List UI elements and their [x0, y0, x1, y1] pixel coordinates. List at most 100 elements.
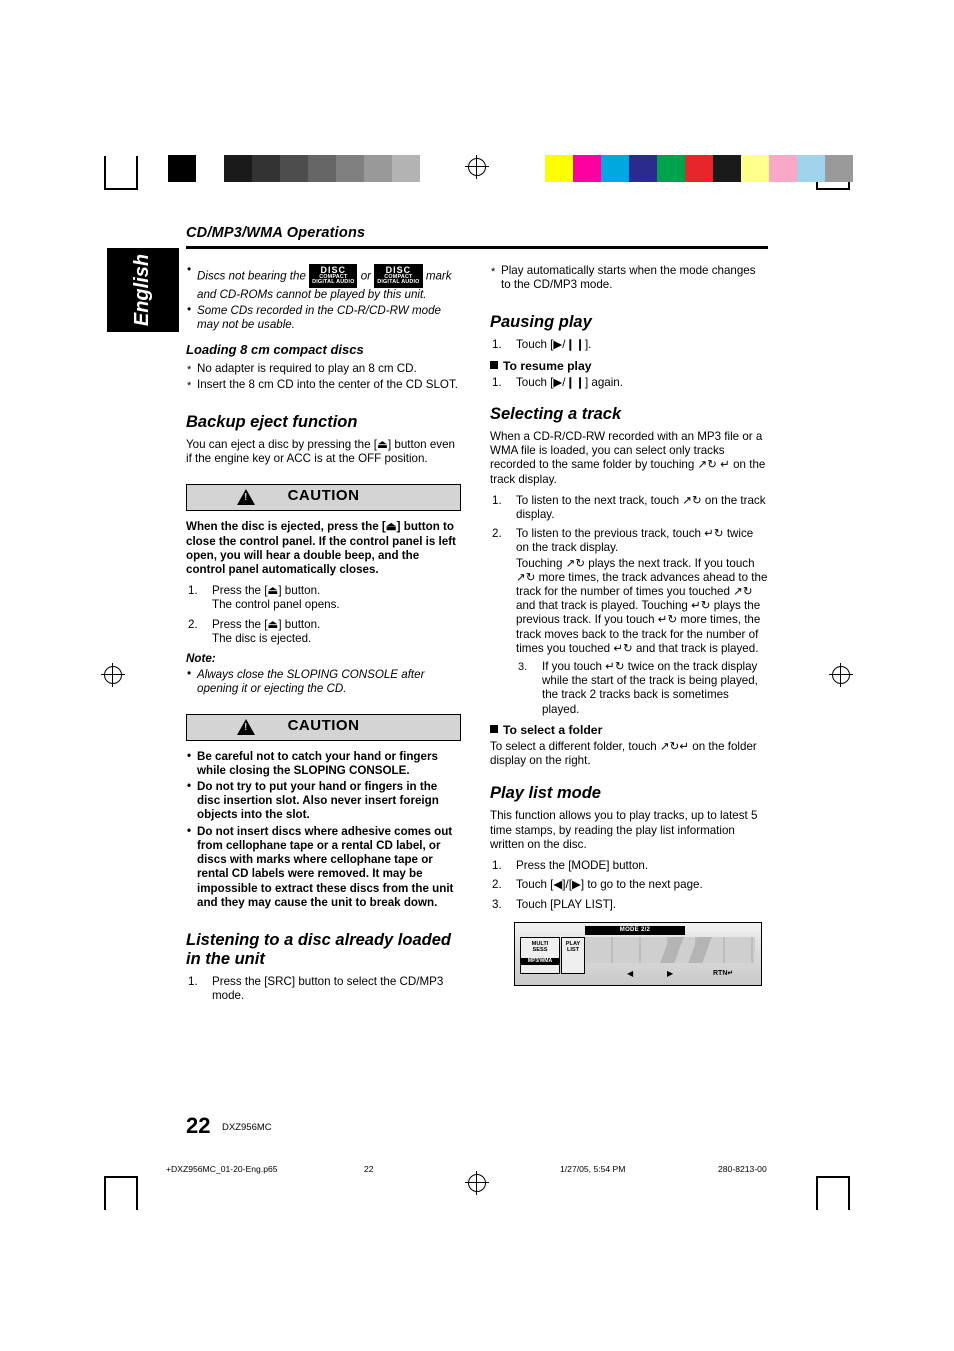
step-sub: The disc is ejected.: [212, 631, 312, 645]
display-panel-illustration: MODE 2/2 MULTI SESS MP3/WMA PLAY LIST ◀ …: [514, 921, 762, 986]
eject-steps: Press the [⏏] button. The control panel …: [186, 584, 461, 646]
selecting-track-text: When a CD-R/CD-RW recorded with an MP3 f…: [490, 430, 766, 486]
black-square-bullet-icon: [490, 724, 498, 733]
language-tab: English: [107, 248, 179, 332]
footer-page: 22: [364, 1164, 374, 1174]
list-item: To listen to the next track, touch ↗↻ on…: [492, 493, 766, 522]
play-list-mode-steps: Press the [MODE] button. Touch [◀]/[▶] t…: [490, 859, 768, 912]
list-item: If you touch ↵↻ twice on the track displ…: [518, 660, 758, 716]
caution-label: CAUTION: [287, 487, 360, 505]
list-item: Play automatically starts when the mode …: [490, 264, 768, 292]
disc-intro-bullets: Discs not bearing the DISCCOMPACTDIGITAL…: [186, 263, 461, 332]
selecting-track-steps: To listen to the next track, touch ↗↻ on…: [490, 494, 768, 717]
list-item: Do not insert discs where adhesive comes…: [186, 824, 461, 910]
play-list-mode-text: This function allows you to play tracks,…: [490, 809, 758, 851]
list-item: Touch [▶/❙❙] again.: [492, 375, 623, 390]
grayscale-calibration-strip: [168, 155, 448, 182]
step-main: Press the [⏏] button.: [212, 584, 321, 598]
crop-mark: [816, 188, 850, 190]
caution-2-bullets: Be careful not to catch your hand or fin…: [186, 749, 461, 910]
footer-doc-code: 280-8213-00: [718, 1164, 767, 1174]
return-label: RTN: [713, 969, 728, 977]
intro-text-pre: Discs not bearing the: [197, 269, 310, 283]
play-list-mode-heading: Play list mode: [490, 784, 601, 803]
list-item: Touch [◀]/[▶] to go to the next page.: [492, 878, 703, 892]
right-arrow-icon[interactable]: ▶: [667, 969, 673, 978]
crop-mark: [104, 1176, 138, 1178]
step-detail: Touching ↗↻ plays the next track. If you…: [516, 556, 768, 655]
registration-mark: [465, 1171, 489, 1195]
left-arrow-icon[interactable]: ◀: [627, 969, 633, 978]
list-item: No adapter is required to play an 8 cm C…: [186, 362, 461, 377]
return-button[interactable]: RTN↵: [713, 970, 733, 978]
compact-disc-digital-audio-icon: DISC COMPACT DIGITAL AUDIO: [309, 264, 358, 288]
caution-label: CAUTION: [287, 716, 360, 734]
select-folder-label: To select a folder: [503, 722, 603, 737]
page-number: 22: [186, 1113, 211, 1138]
multi-sess-button[interactable]: MULTI SESS MP3/WMA: [520, 936, 560, 974]
resume-play-steps: Touch [▶/❙❙] again.: [490, 376, 768, 390]
listening-steps: Press the [SRC] button to select the CD/…: [186, 975, 461, 1003]
header-rule: [186, 246, 768, 249]
play-list-line2: LIST: [566, 947, 580, 954]
list-item: To listen to the previous track, touch ↵…: [490, 527, 768, 717]
selecting-track-heading: Selecting a track: [490, 405, 622, 424]
crop-mark: [104, 1176, 106, 1210]
list-item: Touch [PLAY LIST].: [492, 897, 617, 912]
model-number: DXZ956MC: [222, 1122, 272, 1133]
step-main: To listen to the previous track, touch ↵…: [516, 527, 754, 555]
crop-mark: [136, 156, 138, 190]
left-column: Discs not bearing the DISCCOMPACTDIGITAL…: [186, 263, 461, 1009]
step-main: Press the [⏏] button.: [212, 617, 321, 631]
list-item: Always close the SLOPING CONSOLE after o…: [186, 667, 461, 696]
list-item: Insert the 8 cm CD into the center of th…: [186, 378, 461, 393]
registration-mark: [829, 663, 853, 687]
pausing-play-steps: Touch [▶/❙❙].: [490, 338, 768, 352]
list-item: Do not try to put your hand or fingers i…: [186, 779, 461, 823]
list-item: Press the [SRC] button to select the CD/…: [188, 974, 444, 1003]
registration-mark: [101, 663, 125, 687]
list-item: Press the [⏏] button. The disc is ejecte…: [186, 618, 461, 646]
right-column: Play automatically starts when the mode …: [490, 264, 768, 992]
pausing-play-heading: Pausing play: [490, 313, 592, 332]
loading-8cm-heading: Loading 8 cm compact discs: [186, 342, 364, 358]
multi-sess-line1: MULTI: [531, 940, 549, 947]
loading-8cm-list: No adapter is required to play an 8 cm C…: [186, 362, 461, 394]
caution-1-body: When the disc is ejected, press the [⏏] …: [186, 520, 456, 577]
multi-sess-line2: SESS: [532, 947, 548, 954]
list-item: Touch [▶/❙❙].: [492, 338, 592, 352]
intro-text-mid: or: [357, 269, 375, 283]
crop-mark: [136, 1176, 138, 1210]
crop-mark: [104, 188, 138, 190]
crop-mark: [816, 1176, 850, 1178]
note-label: Note:: [186, 652, 216, 666]
list-item: Press the [⏏] button. The control panel …: [186, 584, 461, 612]
play-list-line1: PLAY: [565, 940, 581, 947]
note-list: Always close the SLOPING CONSOLE after o…: [186, 667, 461, 696]
mp3-wma-badge: MP3/WMA: [521, 957, 559, 965]
crop-mark: [816, 1176, 818, 1210]
black-square-bullet-icon: [490, 360, 498, 369]
play-list-button[interactable]: PLAY LIST: [561, 936, 585, 974]
language-tab-label: English: [131, 253, 153, 327]
caution-box-1: CAUTION: [186, 484, 461, 512]
step-sub: The control panel opens.: [212, 598, 340, 612]
resume-play-label: To resume play: [503, 358, 592, 373]
caution-box-2: CAUTION: [186, 713, 461, 741]
page-title: CD/MP3/WMA Operations: [186, 225, 366, 241]
document-page: CD/MP3/WMA Operations English Discs not …: [0, 0, 954, 1351]
selecting-track-note: If you touch ↵↻ twice on the track displ…: [516, 660, 768, 717]
display-panel-illustration-wrap: MODE 2/2 MULTI SESS MP3/WMA PLAY LIST ◀ …: [490, 918, 768, 992]
resume-play-heading: To resume play: [490, 359, 768, 373]
top-note-list: Play automatically starts when the mode …: [490, 264, 768, 292]
select-folder-heading: To select a folder: [490, 723, 768, 737]
mode-indicator: MODE 2/2: [585, 925, 685, 935]
compact-disc-recordable-icon: DISC COMPACT DIGITAL AUDIO: [374, 264, 423, 288]
crop-mark: [104, 156, 106, 190]
list-item: Discs not bearing the DISCCOMPACTDIGITAL…: [186, 263, 461, 302]
listening-heading: Listening to a disc already loaded in th…: [186, 930, 451, 968]
backup-eject-text: You can eject a disc by pressing the [⏏]…: [186, 438, 455, 466]
return-arrow-icon: ↵: [727, 969, 734, 977]
footer-filename: +DXZ956MC_01-20-Eng.p65: [166, 1164, 278, 1174]
list-item: Be careful not to catch your hand or fin…: [186, 749, 461, 778]
